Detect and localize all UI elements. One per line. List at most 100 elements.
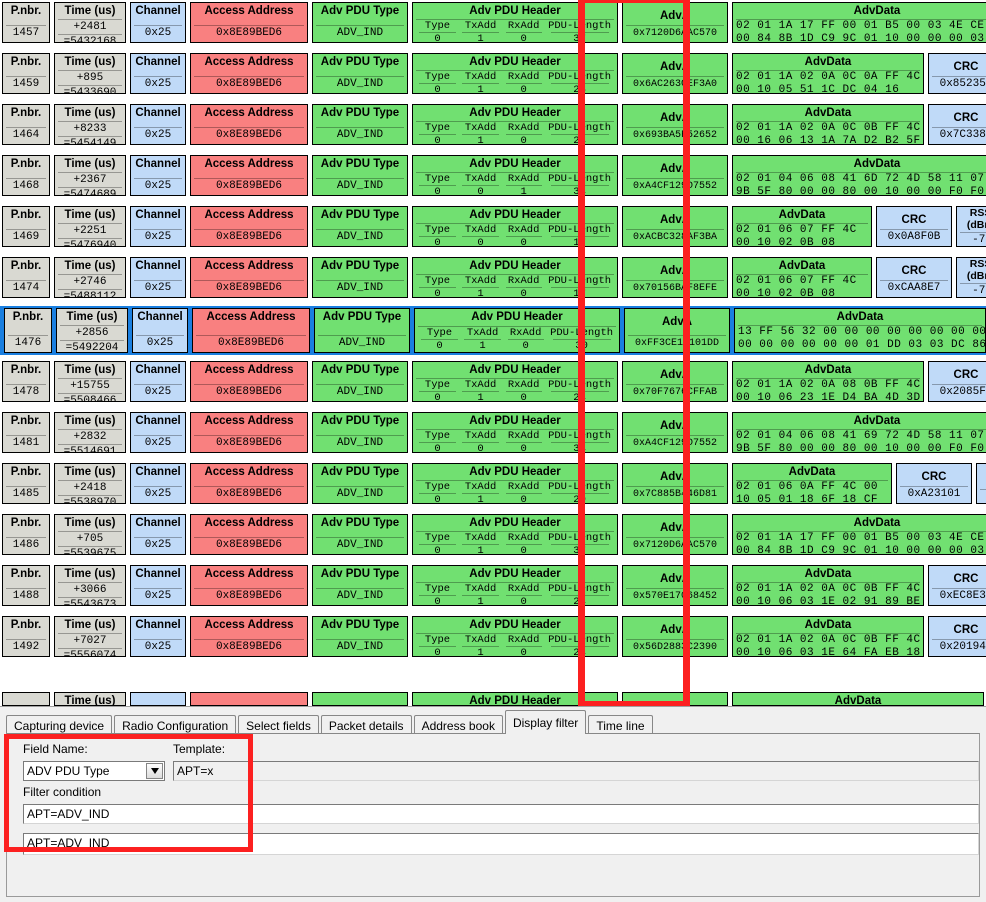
packet-row[interactable]: P.nbr. 1476 Time (us) +2856 =5492204 Channel 0… bbox=[0, 306, 986, 355]
subcol-rxadd-value: 0 bbox=[505, 442, 542, 452]
advdata-hex: 02 01 1A 02 0A 0C 0A FF 4C 00 10 05 51 1C… bbox=[736, 70, 921, 93]
cell-pnbr-value: 1464 bbox=[6, 127, 46, 144]
cell-advdata: AdvData 02 01 1A 02 0A 0C 0A FF 4C 00 10 0… bbox=[732, 53, 924, 94]
subcol-rxadd-header: RxAdd bbox=[507, 122, 540, 134]
advdata-hex-line-1: 02 01 04 06 08 41 69 72 4D 58 11 07 FB 3… bbox=[736, 430, 985, 442]
packet-row[interactable]: P.nbr. 1486 Time (us) +705 =5539675 Channel 0x… bbox=[0, 512, 986, 557]
filter-expression-input[interactable]: APT=ADV_IND bbox=[23, 833, 979, 855]
cell-channel: Channel 0x25 bbox=[132, 308, 188, 353]
subcol-type: Type 0 bbox=[416, 430, 459, 452]
cell-time-absolute: =5543673 bbox=[58, 597, 122, 605]
filter-expression-value: APT=ADV_IND bbox=[27, 836, 110, 850]
chevron-down-icon[interactable] bbox=[146, 763, 163, 779]
packet-row[interactable]: P.nbr. 1464 Time (us) +8233 =5454149 Channel 0… bbox=[0, 102, 986, 147]
packet-row[interactable]: P.nbr. 1492 Time (us) +7027 =5556074 Channel 0… bbox=[0, 614, 986, 659]
packet-row[interactable]: P.nbr. 1488 Time (us) +3066 =5543673 Channel 0… bbox=[0, 563, 986, 608]
cell-channel: Channel 0x25 bbox=[130, 206, 186, 247]
cell-adv-pdu-type: Adv PDU Type ADV_IND bbox=[312, 104, 408, 145]
field-name-dropdown[interactable]: ADV PDU Type bbox=[23, 761, 165, 781]
cell-channel: Channel 0x25 bbox=[130, 361, 186, 402]
packet-list[interactable]: P.nbr. 1457 Time (us) +2481 =5432168 Channel 0… bbox=[0, 0, 986, 706]
packet-row[interactable]: P.nbr. 1481 Time (us) +2832 =5514691 Channel 0… bbox=[0, 410, 986, 455]
cell-access-address-value: 0x8E89BED6 bbox=[194, 178, 304, 195]
cell-adva bbox=[622, 692, 728, 706]
subcol-txadd-value: 1 bbox=[464, 339, 501, 352]
subcol-pdu-length: PDU-Length 24 bbox=[545, 122, 614, 144]
cell-adv-pdu-type-header: Adv PDU Type bbox=[320, 56, 400, 68]
cell-rssi-header-line1: RSSI bbox=[977, 464, 986, 477]
cell-adv-pdu-type: Adv PDU Type ADV_IND bbox=[312, 514, 408, 555]
packet-row[interactable]: P.nbr. 1478 Time (us) +15755 =5508466 Channel… bbox=[0, 359, 986, 404]
cell-pnbr: P.nbr. 1464 bbox=[2, 104, 50, 145]
cell-rssi: RSSI(dBm)-78 bbox=[956, 206, 986, 247]
cell-channel: Channel 0x25 bbox=[130, 257, 186, 298]
subcol-txadd: TxAdd 1 bbox=[459, 634, 502, 656]
tab-label: Select fields bbox=[246, 719, 311, 733]
adv-pdu-header-subgrid: Type 0 TxAdd 1 RxAdd 0 PDU-Length 24 bbox=[416, 121, 614, 144]
cell-adv-pdu-type-value: ADV_IND bbox=[316, 76, 404, 93]
cell-access-address-header: Access Address bbox=[204, 517, 294, 529]
packet-row[interactable]: P.nbr. 1485 Time (us) +2418 =5538970 Channel 0… bbox=[0, 461, 986, 506]
cell-pnbr: P.nbr. 1469 bbox=[2, 206, 50, 247]
cell-adva: AdvA 0x56D2883C2390 bbox=[622, 616, 728, 657]
cell-adva-value: 0x70156BAF8EFE bbox=[626, 280, 724, 297]
cell-rssi-value: -55 bbox=[980, 489, 986, 503]
cell-channel-value: 0x25 bbox=[134, 229, 182, 246]
advdata-hex: 02 01 1A 02 0A 0C 0B FF 4C 00 16 06 13 1A… bbox=[736, 121, 921, 145]
cell-adva-value: 0xACBC328AF3BA bbox=[626, 229, 724, 246]
cell-access-address-value: 0x8E89BED6 bbox=[194, 127, 304, 144]
adv-pdu-header-subgrid: Type 0 TxAdd 1 RxAdd 0 PDU-Length 24 bbox=[416, 582, 614, 605]
cell-advdata: AdvData 13 FF 56 32 00 00 00 00 00 00 00 … bbox=[734, 308, 986, 353]
subcol-pdu-length: PDU-Length 17 bbox=[545, 275, 614, 297]
filter-condition-input[interactable]: APT=ADV_IND bbox=[23, 804, 979, 824]
subcol-type-value: 0 bbox=[419, 185, 456, 195]
cell-advdata-header: AdvData bbox=[853, 158, 901, 170]
template-input[interactable]: APT=x bbox=[173, 761, 979, 781]
subcol-txadd: TxAdd 0 bbox=[459, 173, 502, 195]
subcol-txadd-header: TxAdd bbox=[464, 275, 497, 287]
cell-time-absolute: =5488112 bbox=[58, 289, 122, 297]
cell-time-delta: +2832 bbox=[58, 429, 122, 444]
subcol-pdu-length-value: 24 bbox=[550, 134, 609, 144]
cell-advdata-header: AdvData bbox=[836, 311, 884, 323]
cell-channel-value: 0x25 bbox=[134, 280, 182, 297]
subcol-pdu-length-value: 30 bbox=[552, 339, 611, 352]
cell-adv-pdu-header-title: Adv PDU Header bbox=[469, 5, 561, 17]
packet-row[interactable]: P.nbr. 1459 Time (us) +895 =5433690 Channel 0x… bbox=[0, 51, 986, 96]
subcol-txadd-header: TxAdd bbox=[464, 122, 497, 134]
cell-adva-header: AdvA bbox=[659, 522, 691, 534]
subcol-pdu-length-value: 34 bbox=[550, 185, 609, 195]
cell-channel-value: 0x25 bbox=[134, 639, 182, 656]
cell-channel: Channel 0x25 bbox=[130, 514, 186, 555]
subcol-rxadd-header: RxAdd bbox=[507, 532, 540, 544]
cell-adv-pdu-type: Adv PDU Type ADV_IND bbox=[312, 155, 408, 196]
tab-display-filter[interactable]: Display filter bbox=[504, 710, 587, 734]
subcol-pdu-length-header: PDU-Length bbox=[548, 20, 612, 32]
subcol-txadd-value: 1 bbox=[462, 32, 499, 42]
packet-row[interactable]: P.nbr. 1457 Time (us) +2481 =5432168 Channel 0… bbox=[0, 0, 986, 45]
subcol-txadd: TxAdd 1 bbox=[459, 379, 502, 401]
packet-row[interactable]: P.nbr. 1468 Time (us) +2367 =5474689 Channel 0… bbox=[0, 153, 986, 198]
advdata-hex-line-1: 02 01 1A 02 0A 0C 0A FF 4C bbox=[736, 71, 921, 83]
tab-label: Display filter bbox=[512, 716, 579, 730]
cell-adva-value: 0x7120D6AAC570 bbox=[626, 537, 724, 554]
advdata-hex-line-2: 00 16 06 13 1A 7A D2 B2 5F bbox=[736, 135, 921, 145]
cell-time-header: Time (us) bbox=[64, 158, 116, 170]
subcol-type-value: 0 bbox=[419, 544, 456, 554]
cell-advdata: AdvData 02 01 1A 02 0A 0C 0B FF 4C 00 16 0… bbox=[732, 104, 924, 145]
packet-row-partial[interactable]: Time (us) Adv PDU Header AdvData RSSI bbox=[0, 692, 986, 706]
subcol-type-header: Type bbox=[424, 481, 451, 493]
subcol-type-header: Type bbox=[424, 224, 451, 236]
subcol-txadd: TxAdd 1 bbox=[461, 327, 504, 352]
packet-row[interactable]: P.nbr. 1469 Time (us) +2251 =5476940 Channel 0… bbox=[0, 204, 986, 249]
subcol-txadd-header: TxAdd bbox=[464, 71, 497, 83]
cell-access-address-value: 0x8E89BED6 bbox=[194, 229, 304, 246]
subcol-type: Type 0 bbox=[416, 224, 459, 246]
packet-row[interactable]: P.nbr. 1474 Time (us) +2746 =5488112 Channel 0… bbox=[0, 255, 986, 300]
cell-adv-pdu-header: Adv PDU Header Type 0 TxAdd 1 RxAdd 0 PDU-Lengt… bbox=[412, 361, 618, 402]
subcol-pdu-length: PDU-Length 24 bbox=[545, 583, 614, 605]
cell-access-address-header: Access Address bbox=[204, 619, 294, 631]
cell-time-header: Time (us) bbox=[64, 107, 116, 119]
cell-access-address-header: Access Address bbox=[204, 364, 294, 376]
cell-time-header: Time (us) bbox=[64, 517, 116, 529]
